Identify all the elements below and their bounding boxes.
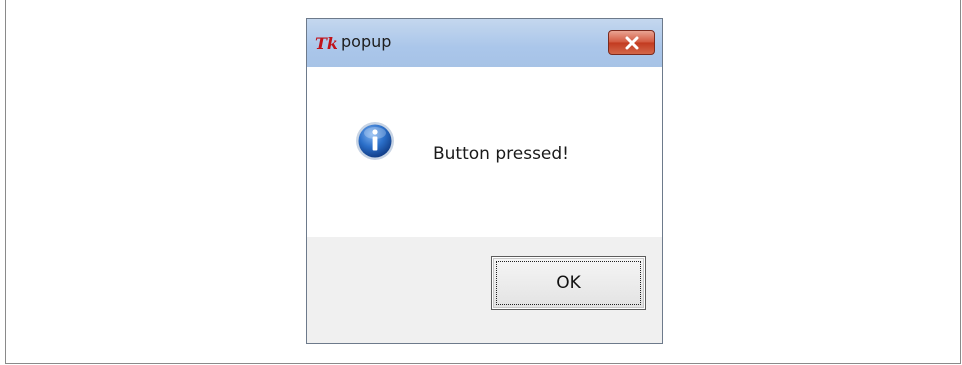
dialog-footer: OK	[307, 237, 662, 343]
focus-ring	[496, 261, 641, 305]
dialog-titlebar[interactable]: Tk popup	[307, 19, 662, 68]
dialog-title: popup	[341, 32, 392, 51]
close-icon	[625, 36, 638, 49]
dialog-content: Button pressed!	[307, 67, 662, 237]
info-icon	[356, 122, 394, 160]
popup-dialog: Tk popup Button pressed! OK	[306, 18, 663, 344]
tk-feather-icon: Tk	[315, 34, 337, 52]
svg-text:Tk: Tk	[315, 34, 337, 52]
close-button[interactable]	[608, 30, 655, 55]
dialog-message: Button pressed!	[433, 144, 569, 164]
ok-button[interactable]: OK	[491, 256, 646, 310]
